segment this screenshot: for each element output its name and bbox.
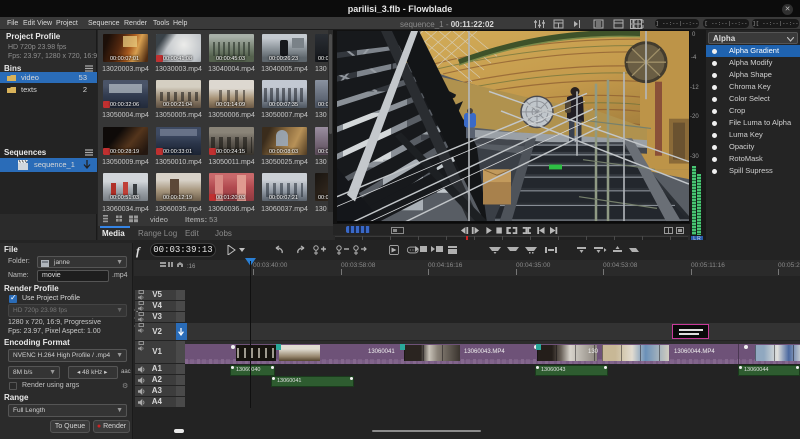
svg-text::16: :16 bbox=[187, 264, 196, 270]
